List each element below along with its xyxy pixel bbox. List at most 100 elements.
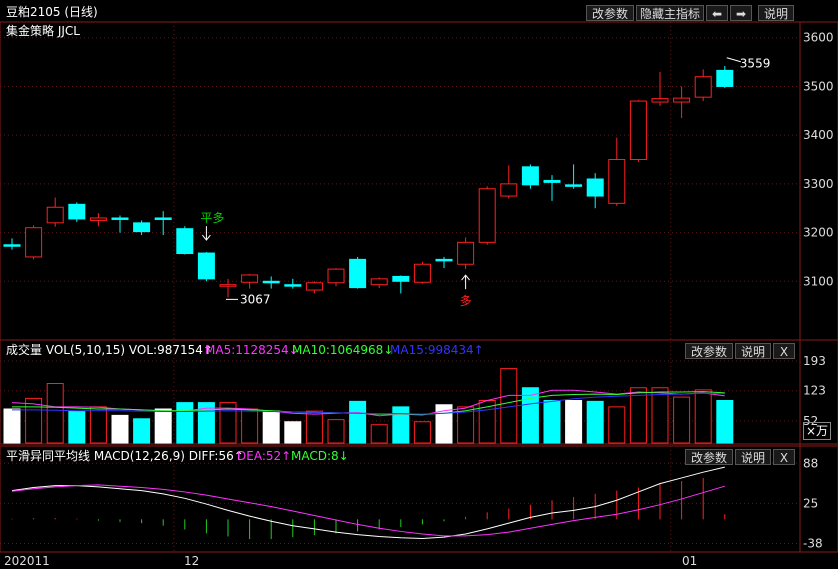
volume-bar: [651, 387, 669, 444]
volume-bar: [673, 396, 691, 444]
volume-bar: [349, 400, 367, 444]
strategy-subtitle: 集金策略 JJCL: [6, 24, 80, 38]
macd-help-button[interactable]: 说明: [735, 449, 771, 465]
candle-body: [629, 100, 647, 161]
macd-ytick-label--38: -38: [803, 537, 823, 551]
xtick-label-1: 12: [184, 554, 199, 568]
macd-ytick-label-88: 88: [803, 456, 818, 470]
volume-bar: [111, 414, 129, 444]
candle-body: [694, 76, 712, 98]
panel-frame-0: [0, 21, 838, 341]
low-value-label: 3067: [240, 292, 271, 306]
xtick-label-2: 01: [682, 554, 697, 568]
arrow-right-icon[interactable]: ➡: [730, 5, 752, 21]
modify-params-button[interactable]: 改参数: [586, 5, 634, 21]
volume-bar: [89, 406, 107, 444]
candle-body: [521, 166, 539, 186]
candle-body: [25, 227, 43, 258]
volume-bar: [262, 410, 280, 444]
volume-unit-label: ×万: [803, 422, 832, 440]
volume-modify-params-button[interactable]: 改参数: [685, 343, 733, 359]
volume-help-button[interactable]: 说明: [735, 343, 771, 359]
candle-body: [716, 69, 734, 87]
volume-bar: [68, 410, 86, 444]
candle-body: [608, 159, 626, 204]
high-marker-line: [726, 57, 741, 63]
volume-bar: [716, 400, 734, 444]
volume-bar: [154, 408, 172, 444]
candle-body: [327, 268, 345, 284]
candle-body: [219, 284, 237, 287]
candle-body: [586, 178, 604, 197]
candle-body: [543, 179, 561, 183]
candle-body: [262, 280, 280, 284]
volume-bar: [392, 406, 410, 444]
volume-bar: [694, 389, 712, 444]
candle-body: [457, 241, 475, 265]
ytick-label-3600: 3600: [803, 31, 834, 45]
candle-body: [500, 183, 518, 197]
candle-body: [651, 98, 669, 103]
volume-bar: [176, 402, 194, 444]
signal-arrow-down: [202, 226, 211, 241]
volume-bar: [327, 419, 345, 444]
signal-label-long: 多: [460, 294, 472, 308]
volume-bar: [543, 400, 561, 444]
candle-body: [305, 282, 323, 291]
macd-value-label: MACD:8↓: [291, 449, 349, 463]
candle-body: [565, 184, 583, 187]
candle-body: [673, 97, 691, 103]
vol-ytick-label-193: 193: [803, 354, 826, 368]
candle-body: [154, 217, 172, 220]
candle-body: [111, 217, 129, 220]
macd-close-button[interactable]: X: [773, 449, 795, 465]
volume-bar: [521, 387, 539, 444]
macd-dea-line: [11, 484, 725, 537]
volume-bar: [608, 406, 626, 444]
help-button[interactable]: 说明: [758, 5, 794, 21]
volume-bar: [284, 421, 302, 444]
volume-bar: [586, 400, 604, 444]
ytick-label-3500: 3500: [803, 79, 834, 93]
candle-body: [176, 228, 194, 255]
candle-body: [284, 284, 302, 287]
vol-ytick-label-123: 123: [803, 384, 826, 398]
macd-diff-line: [11, 466, 725, 539]
volume-ma15-label: MA15:998434↑: [390, 343, 484, 357]
candle-body: [89, 217, 107, 221]
ytick-label-3300: 3300: [803, 177, 834, 191]
candle-body: [241, 274, 259, 283]
candle-body: [435, 258, 453, 262]
ytick-label-3100: 3100: [803, 274, 834, 288]
candle-body: [68, 203, 86, 220]
macd-modify-params-button[interactable]: 改参数: [685, 449, 733, 465]
candle-body: [413, 263, 431, 283]
volume-bar: [133, 418, 151, 444]
candle-body: [197, 252, 215, 280]
macd-dea-label: DEA:52↑: [237, 449, 292, 463]
instrument-title: 豆粕2105 (日线): [6, 5, 98, 19]
volume-bar: [241, 408, 259, 444]
hide-main-indicator-button[interactable]: 隐藏主指标: [636, 5, 704, 21]
candle-body: [392, 275, 410, 282]
volume-label: 成交量 VOL(5,10,15) VOL:987154↑: [6, 343, 213, 357]
volume-bar: [370, 424, 388, 444]
candle-body: [3, 244, 21, 247]
candle-body: [478, 188, 496, 243]
volume-bar: [565, 400, 583, 444]
candle-body: [133, 222, 151, 233]
signal-label-close-long: 平多: [200, 211, 224, 225]
volume-bar: [3, 408, 21, 444]
candle-body: [46, 206, 64, 224]
volume-ma10-label: MA10:1064968↓: [292, 343, 394, 357]
high-value-label: 3559: [740, 57, 771, 71]
arrow-left-icon[interactable]: ⬅: [706, 5, 728, 21]
volume-bar: [413, 421, 431, 444]
volume-bar: [305, 410, 323, 444]
candle-body: [349, 258, 367, 289]
candle-body: [370, 278, 388, 286]
volume-close-button[interactable]: X: [773, 343, 795, 359]
ytick-label-3200: 3200: [803, 226, 834, 240]
ytick-label-3400: 3400: [803, 128, 834, 142]
volume-bar: [46, 383, 64, 444]
